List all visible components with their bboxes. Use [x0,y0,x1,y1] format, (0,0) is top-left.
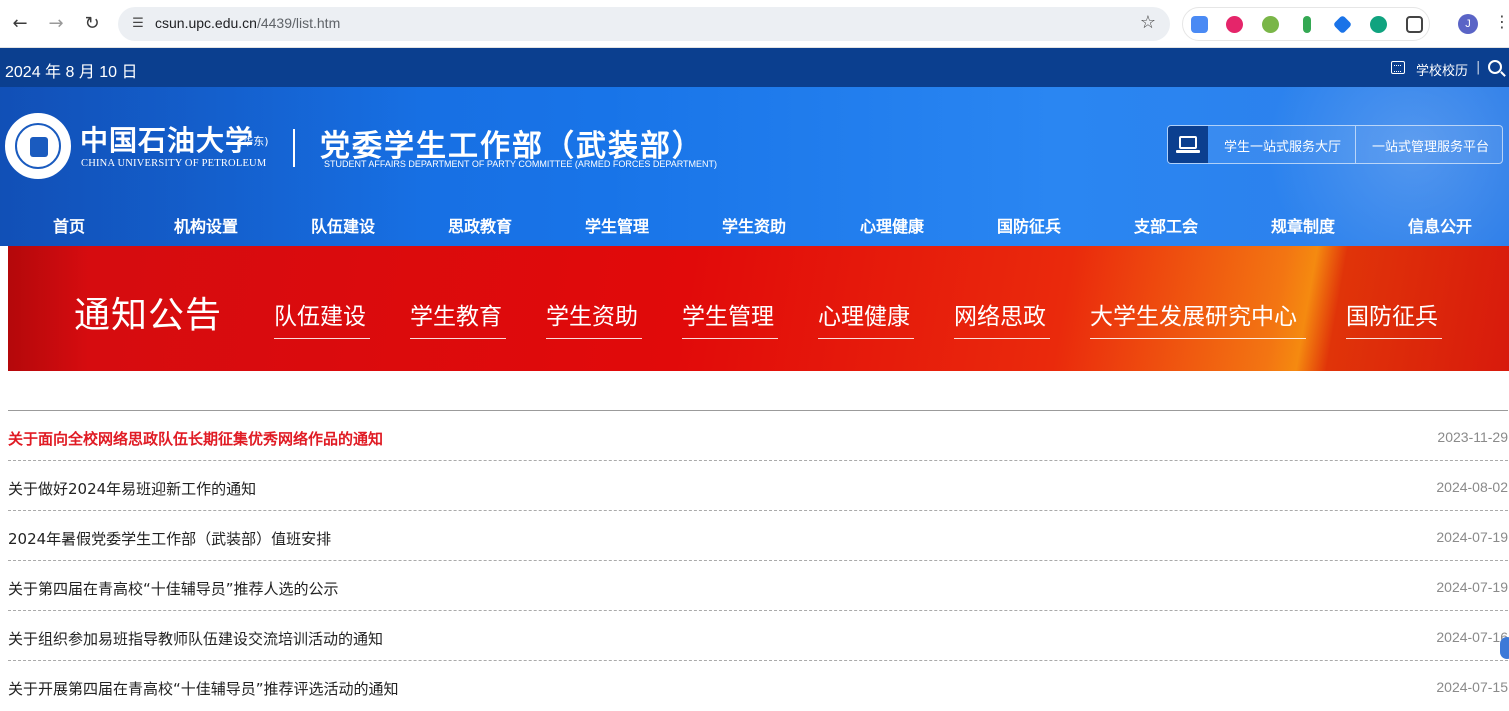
extension-blue-icon[interactable] [1332,14,1353,35]
extension-chatgpt-icon[interactable] [1370,16,1387,33]
notice-date: 2024-07-15 [1436,679,1508,695]
notice-title[interactable]: 关于开展第四届在青高校“十佳辅导员”推荐评选活动的通知 [8,678,399,699]
notice-title[interactable]: 关于做好2024年易班迎新工作的通知 [8,478,256,499]
nav-regulations[interactable]: 规章制度 [1271,213,1335,237]
notice-title[interactable]: 关于面向全校网络思政队伍长期征集优秀网络作品的通知 [8,428,383,449]
tab-underline [954,338,1050,339]
emblem-ring [15,123,61,169]
extensions-bar [1182,7,1430,41]
notice-title[interactable]: 关于第四届在青高校“十佳辅导员”推荐人选的公示 [8,578,339,599]
extensions-puzzle-icon[interactable] [1406,16,1423,33]
nav-mental-health[interactable]: 心理健康 [860,213,924,237]
tab-conscription[interactable]: 国防征兵 [1346,297,1438,331]
tab-online-ideology[interactable]: 网络思政 [954,297,1046,331]
notice-title[interactable]: 2024年暑假党委学生工作部（武装部）值班安排 [8,528,331,549]
notice-date: 2024-07-19 [1436,579,1508,595]
extension-plus-icon[interactable] [1303,16,1311,33]
tab-underline [818,338,914,339]
logo-divider [293,129,295,167]
university-campus: (华东) [238,135,269,148]
section-title: 通知公告 [74,295,223,336]
student-service-hall-link[interactable]: 学生一站式服务大厅 [1224,136,1341,155]
nav-branch-union[interactable]: 支部工会 [1134,213,1198,237]
university-emblem-logo[interactable] [5,113,71,179]
floating-scroll-button[interactable] [1500,637,1509,659]
nav-ideological-education[interactable]: 思政教育 [448,213,512,237]
url-path: /4439/list.htm [256,15,341,31]
tab-underline [274,338,370,339]
nav-conscription[interactable]: 国防征兵 [997,213,1061,237]
address-bar[interactable]: ☰ csun.upc.edu.cn/4439/list.htm ☆ [118,7,1170,41]
tab-student-aid[interactable]: 学生资助 [546,297,638,331]
tab-student-management[interactable]: 学生管理 [682,297,774,331]
nav-team-building[interactable]: 队伍建设 [311,213,375,237]
browser-menu-icon[interactable]: ⋮ [1494,12,1509,31]
tab-underline [546,338,642,339]
site-settings-icon[interactable]: ☰ [128,14,148,34]
tab-underline [682,338,778,339]
notice-date: 2024-08-02 [1436,479,1508,495]
tab-underline [410,338,506,339]
nav-home[interactable]: 首页 [53,213,85,237]
url-host: csun.upc.edu.cn [155,15,257,31]
url-text[interactable]: csun.upc.edu.cn/4439/list.htm [155,15,340,31]
current-date: 2024 年 8 月 10 日 [5,64,138,81]
list-item[interactable]: 关于第四届在青高校“十佳辅导员”推荐人选的公示 2024-07-19 [8,561,1508,611]
notice-date: 2024-07-19 [1436,529,1508,545]
browser-toolbar: ← → ↻ ☰ csun.upc.edu.cn/4439/list.htm ☆ … [0,0,1509,48]
notice-title[interactable]: 关于组织参加易班指导教师队伍建设交流培训活动的通知 [8,628,383,649]
topbar-separator: | [1476,60,1481,75]
calendar-icon[interactable] [1391,61,1405,74]
nav-information-disclosure[interactable]: 信息公开 [1408,213,1472,237]
tab-underline [1346,338,1442,339]
service-divider [1355,126,1356,163]
list-item[interactable]: 关于做好2024年易班迎新工作的通知 2024-08-02 [8,461,1508,511]
emblem-building-icon [30,137,48,157]
service-icon-box [1168,126,1208,163]
tab-team-building[interactable]: 队伍建设 [274,297,366,331]
university-name-en: CHINA UNIVERSITY OF PETROLEUM [81,158,267,169]
tab-student-education[interactable]: 学生教育 [410,297,502,331]
list-item[interactable]: 2024年暑假党委学生工作部（武装部）值班安排 2024-07-19 [8,511,1508,561]
section-banner: 通知公告 队伍建设 学生教育 学生资助 学生管理 心理健康 网络思政 大学生发展… [8,246,1509,371]
service-links-box: 学生一站式服务大厅 一站式管理服务平台 [1167,125,1503,164]
extension-grid-icon[interactable] [1191,16,1208,33]
laptop-icon [1176,136,1200,153]
back-arrow-icon[interactable]: ← [8,12,32,36]
top-info-bar: 2024 年 8 月 10 日 学校校历 | [0,48,1509,87]
nav-student-aid[interactable]: 学生资助 [722,213,786,237]
profile-avatar[interactable]: J [1458,14,1478,34]
notice-date: 2023-11-29 [1437,429,1508,445]
search-icon[interactable] [1488,60,1502,74]
extension-red-icon[interactable] [1226,16,1243,33]
list-item[interactable]: 关于组织参加易班指导教师队伍建设交流培训活动的通知 2024-07-16 [8,611,1508,661]
tab-mental-health[interactable]: 心理健康 [818,297,910,331]
notice-date: 2024-07-16 [1436,629,1508,645]
tab-student-development-center[interactable]: 大学生发展研究中心 [1090,297,1297,331]
management-platform-link[interactable]: 一站式管理服务平台 [1372,136,1489,155]
university-name-cn: 中国石油大学 [80,124,255,157]
reload-icon[interactable]: ↻ [80,12,104,36]
nav-organization[interactable]: 机构设置 [174,213,238,237]
bookmark-star-icon[interactable]: ☆ [1140,12,1156,33]
department-name-en: STUDENT AFFAIRS DEPARTMENT OF PARTY COMM… [324,159,718,169]
list-item[interactable]: 关于面向全校网络思政队伍长期征集优秀网络作品的通知 2023-11-29 [8,411,1508,461]
main-navigation: 首页 机构设置 队伍建设 思政教育 学生管理 学生资助 心理健康 国防征兵 支部… [0,213,1509,237]
tab-underline [1090,338,1306,339]
extension-green-icon[interactable] [1262,16,1279,33]
list-item[interactable]: 关于开展第四届在青高校“十佳辅导员”推荐评选活动的通知 2024-07-15 [8,661,1508,711]
school-calendar-link[interactable]: 学校校历 [1416,60,1468,79]
nav-student-management[interactable]: 学生管理 [585,213,649,237]
forward-arrow-icon[interactable]: → [44,12,68,36]
site-header: 中国石油大学 (华东) CHINA UNIVERSITY OF PETROLEU… [0,87,1509,246]
